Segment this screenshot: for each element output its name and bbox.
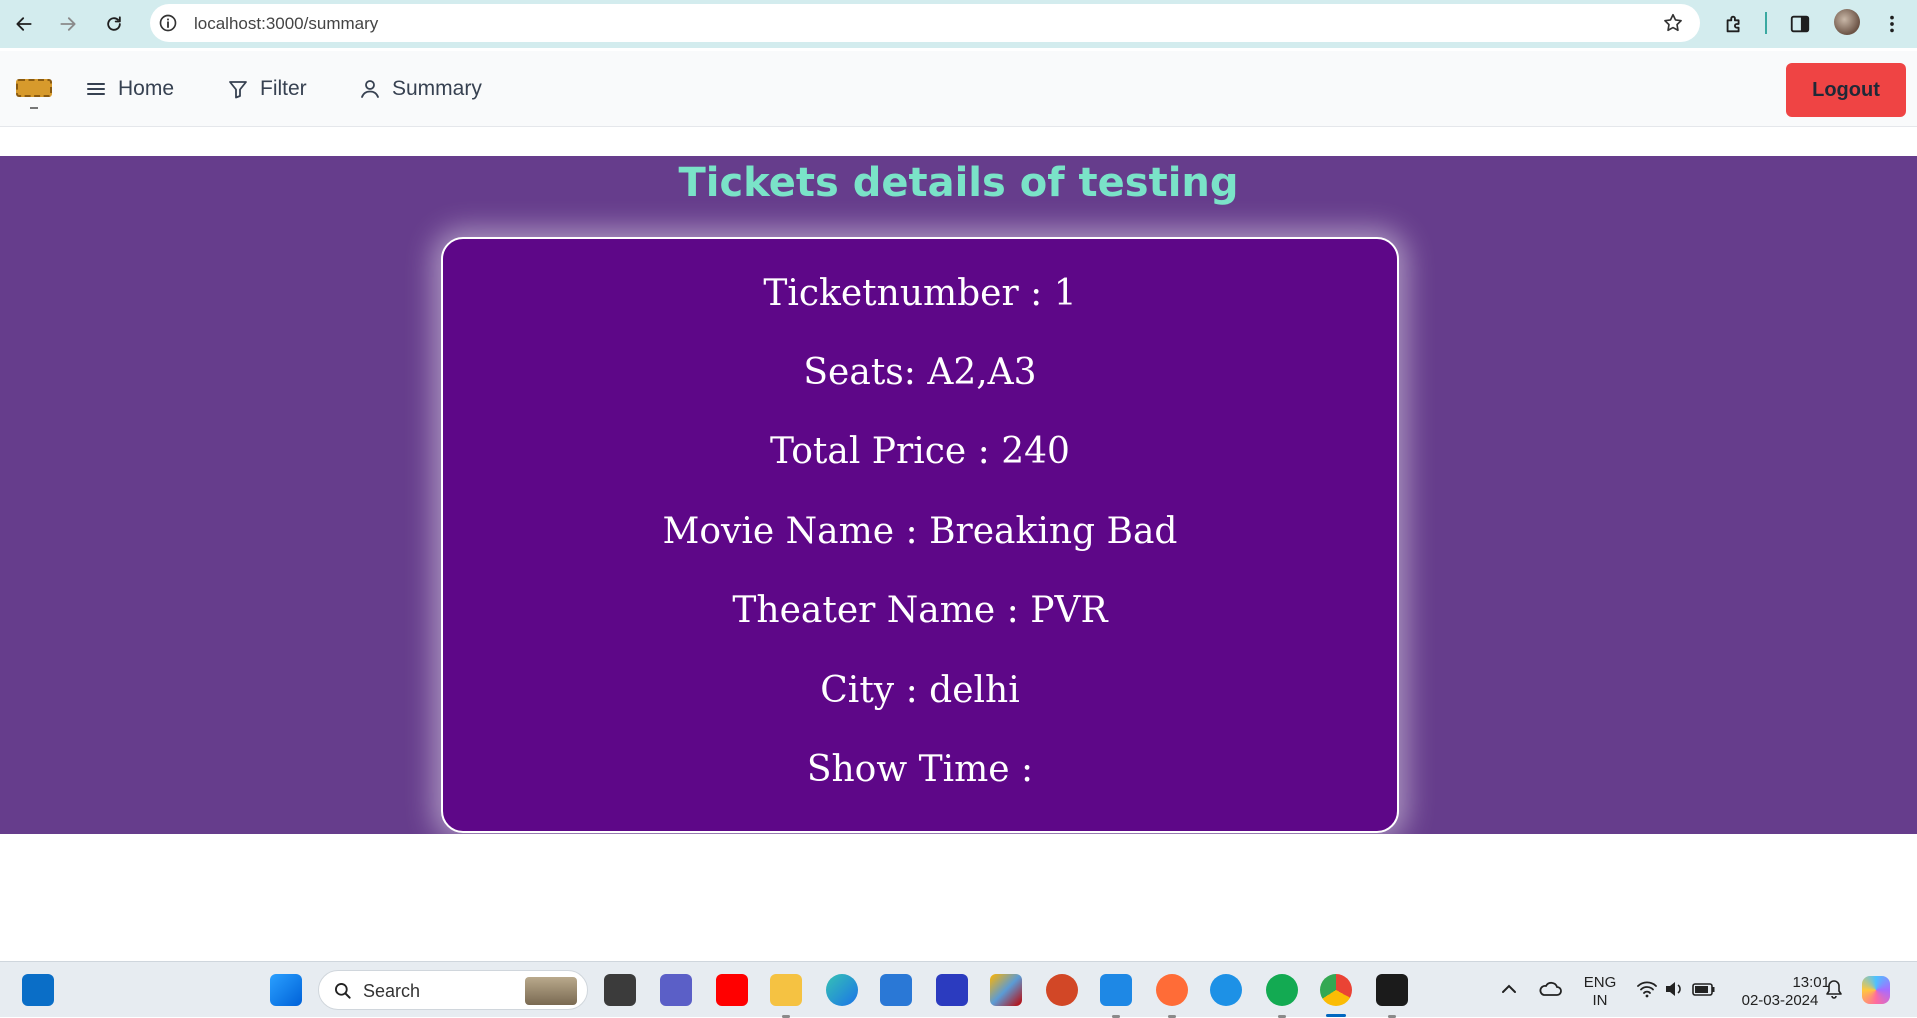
clock-date: 02-03-2024 <box>1741 992 1819 1009</box>
menu-icon <box>87 83 105 95</box>
copilot-icon[interactable] <box>1862 976 1890 1004</box>
power-automate-icon[interactable] <box>936 974 968 1006</box>
ticket-number: Ticketnumber : 1 <box>763 273 1077 314</box>
docker-icon[interactable] <box>1210 974 1242 1006</box>
mongodb-icon[interactable] <box>1266 974 1298 1006</box>
mail-icon[interactable] <box>880 974 912 1006</box>
url-text[interactable]: localhost:3000/summary <box>194 14 378 34</box>
ticket-city: City : delhi <box>820 670 1020 711</box>
browser-menu-button[interactable] <box>1876 8 1908 40</box>
toolbar-divider <box>1765 12 1767 34</box>
ticket-logo-icon[interactable] <box>16 79 52 97</box>
filter-icon <box>229 81 247 99</box>
widgets-icon[interactable] <box>22 974 54 1006</box>
vscode-icon[interactable] <box>1100 974 1132 1006</box>
postman-icon[interactable] <box>1156 974 1188 1006</box>
logo-underline <box>30 107 38 109</box>
language-code: ENG <box>1583 974 1617 991</box>
back-button[interactable] <box>8 8 40 40</box>
region-code: IN <box>1592 992 1608 1009</box>
back-arrow-icon <box>16 17 32 31</box>
clock-time: 13:01 <box>1792 974 1830 991</box>
youtube-icon[interactable] <box>716 974 748 1006</box>
site-info-icon[interactable] <box>158 13 178 33</box>
ticket-show-time: Show Time : <box>806 749 1034 790</box>
battery-icon[interactable] <box>1692 980 1716 998</box>
chrome-icon[interactable] <box>1320 974 1352 1006</box>
search-icon <box>335 983 351 999</box>
file-explorer-icon[interactable] <box>770 974 802 1006</box>
search-highlight-image <box>525 977 577 1005</box>
edge-icon[interactable] <box>826 974 858 1006</box>
language-indicator[interactable]: ENG IN <box>1580 974 1620 1010</box>
bookmark-star-icon[interactable] <box>1662 12 1684 34</box>
reload-button[interactable] <box>98 8 130 40</box>
side-panel-button[interactable] <box>1784 8 1816 40</box>
reload-icon <box>107 16 121 31</box>
page-title: Tickets details of testing <box>678 160 1239 206</box>
terminal-icon[interactable] <box>1376 974 1408 1006</box>
extensions-button[interactable] <box>1718 8 1750 40</box>
ticket-movie-name: Movie Name : Breaking Bad <box>662 511 1178 552</box>
nav-filter[interactable]: Filter <box>226 77 307 101</box>
logout-button[interactable]: Logout <box>1786 63 1906 117</box>
onedrive-cloud-icon[interactable] <box>1538 978 1562 1000</box>
volume-icon[interactable] <box>1664 980 1684 998</box>
search-placeholder: Search <box>363 981 421 1001</box>
taskbar-search[interactable]: Search <box>318 970 588 1010</box>
wifi-icon[interactable] <box>1636 980 1658 998</box>
task-view-icon[interactable] <box>604 974 636 1006</box>
powerpoint-icon[interactable] <box>1046 974 1078 1006</box>
nav-home[interactable]: Home <box>84 77 174 101</box>
app-navbar: Home Filter Summary Logout <box>0 51 1917 127</box>
ticket-theater-name: Theater Name : PVR <box>732 590 1108 631</box>
ticket-card: Ticketnumber : 1 Seats: A2,A3 Total Pric… <box>441 237 1399 833</box>
forward-arrow-icon <box>60 17 76 31</box>
teams-icon[interactable] <box>660 974 692 1006</box>
browser-toolbar: localhost:3000/summary <box>0 0 1917 48</box>
app-cube-icon[interactable] <box>990 974 1022 1006</box>
profile-avatar[interactable] <box>1834 9 1860 35</box>
chevron-up-icon[interactable] <box>1500 982 1518 996</box>
kebab-menu-icon <box>1890 15 1894 33</box>
notification-bell-icon[interactable] <box>1824 978 1844 1000</box>
nav-summary-label: Summary <box>392 77 482 100</box>
windows-start-icon[interactable] <box>270 974 302 1006</box>
nav-summary[interactable]: Summary <box>358 77 482 101</box>
user-icon <box>361 80 379 98</box>
clock[interactable]: 13:01 02-03-2024 <box>1730 974 1830 1010</box>
nav-home-label: Home <box>118 77 175 100</box>
windows-taskbar: Search ENG IN 13:01 02-03-2024 <box>0 961 1917 1018</box>
puzzle-icon <box>1726 15 1740 33</box>
ticket-seats: Seats: A2,A3 <box>803 352 1037 393</box>
address-bar[interactable]: localhost:3000/summary <box>150 4 1700 42</box>
forward-button[interactable] <box>52 8 84 40</box>
ticket-total-price: Total Price : 240 <box>770 431 1070 472</box>
side-panel-icon <box>1790 15 1810 33</box>
nav-filter-label: Filter <box>260 77 307 100</box>
